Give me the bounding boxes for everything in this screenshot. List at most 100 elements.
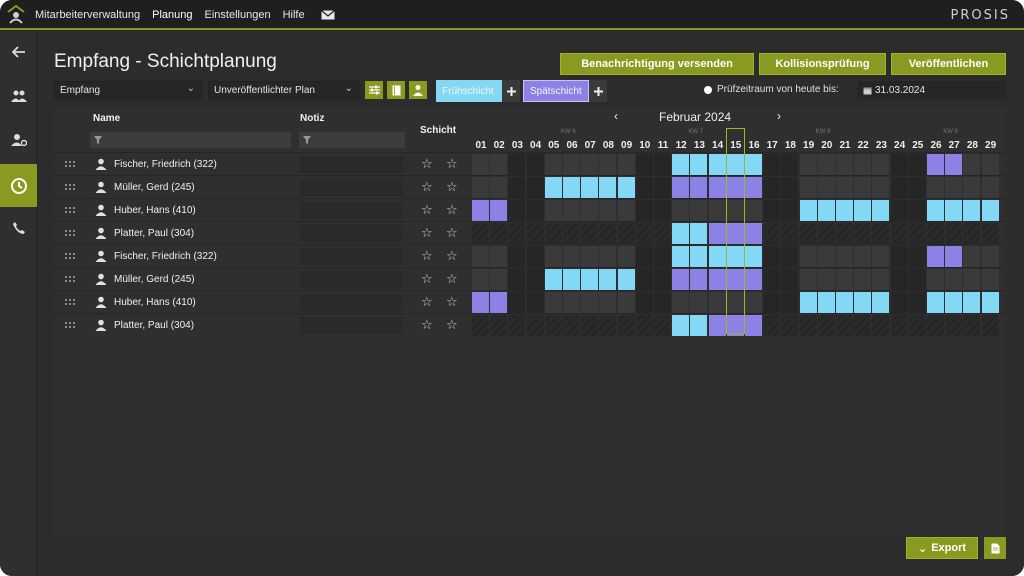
- user-plan-button[interactable]: [409, 81, 427, 99]
- day-cell[interactable]: [945, 292, 963, 313]
- day-cell[interactable]: [781, 154, 799, 175]
- star-icon[interactable]: ☆: [446, 294, 458, 310]
- day-cell[interactable]: [472, 315, 489, 336]
- day-cell[interactable]: [945, 246, 963, 267]
- day-cell[interactable]: [490, 223, 508, 244]
- day-cell[interactable]: [817, 200, 835, 221]
- day-cell[interactable]: [872, 315, 890, 336]
- day-header-11[interactable]: 11: [654, 140, 672, 151]
- day-cell[interactable]: [799, 315, 817, 336]
- day-cell[interactable]: [544, 177, 562, 198]
- day-cell[interactable]: [490, 292, 508, 313]
- publish-button[interactable]: Veröffentlichen: [891, 53, 1006, 75]
- nav-einstellungen[interactable]: Einstellungen: [205, 9, 271, 21]
- day-header-12[interactable]: 12: [672, 140, 690, 151]
- day-cell[interactable]: [745, 315, 762, 336]
- day-cell[interactable]: [927, 269, 944, 290]
- day-cell[interactable]: [563, 269, 580, 290]
- day-cell[interactable]: [890, 200, 908, 221]
- star-icon[interactable]: ☆: [446, 317, 458, 333]
- day-header-08[interactable]: 08: [599, 140, 617, 151]
- day-cell[interactable]: [508, 177, 526, 198]
- day-cell[interactable]: [708, 246, 726, 267]
- day-cell[interactable]: [963, 246, 981, 267]
- day-cell[interactable]: [945, 177, 963, 198]
- day-cell[interactable]: [817, 246, 835, 267]
- day-cell[interactable]: [872, 154, 890, 175]
- star-icon[interactable]: ☆: [446, 271, 458, 287]
- day-cell[interactable]: [526, 292, 544, 313]
- day-cell[interactable]: [508, 246, 526, 267]
- day-cell[interactable]: [617, 154, 635, 175]
- day-header-05[interactable]: 05: [545, 140, 563, 151]
- drag-handle-icon[interactable]: [64, 160, 76, 168]
- day-cell[interactable]: [908, 292, 926, 313]
- day-cell[interactable]: [836, 315, 853, 336]
- day-cell[interactable]: [544, 200, 562, 221]
- day-header-07[interactable]: 07: [581, 140, 599, 151]
- send-notification-button[interactable]: Benachrichtigung versenden: [560, 53, 754, 75]
- location-select[interactable]: Empfang ⌄: [54, 81, 202, 99]
- note-field[interactable]: [300, 202, 403, 219]
- day-header-23[interactable]: 23: [872, 140, 890, 151]
- check-date-field[interactable]: 31.03.2024: [858, 81, 1006, 99]
- star-icon[interactable]: ☆: [421, 271, 433, 287]
- day-cell[interactable]: [908, 200, 926, 221]
- day-cell[interactable]: [654, 200, 671, 221]
- day-cell[interactable]: [490, 154, 508, 175]
- day-cell[interactable]: [872, 177, 890, 198]
- star-icon[interactable]: ☆: [421, 156, 433, 172]
- star-icon[interactable]: ☆: [446, 179, 458, 195]
- star-icon[interactable]: ☆: [446, 225, 458, 241]
- day-cell[interactable]: [654, 177, 671, 198]
- drag-handle-icon[interactable]: [64, 206, 76, 214]
- day-header-26[interactable]: 26: [927, 140, 945, 151]
- star-icon[interactable]: ☆: [421, 294, 433, 310]
- day-cell[interactable]: [708, 223, 726, 244]
- day-cell[interactable]: [763, 315, 781, 336]
- day-cell[interactable]: [945, 269, 963, 290]
- day-cell[interactable]: [927, 200, 944, 221]
- day-cell[interactable]: [690, 223, 708, 244]
- day-cell[interactable]: [544, 154, 562, 175]
- day-cell[interactable]: [526, 246, 544, 267]
- day-header-04[interactable]: 04: [527, 140, 545, 151]
- day-cell[interactable]: [472, 269, 489, 290]
- day-cell[interactable]: [617, 200, 635, 221]
- day-cell[interactable]: [945, 315, 963, 336]
- day-cell[interactable]: [817, 154, 835, 175]
- day-cell[interactable]: [690, 177, 708, 198]
- day-cell[interactable]: [981, 315, 999, 336]
- day-header-06[interactable]: 06: [563, 140, 581, 151]
- day-cell[interactable]: [763, 154, 781, 175]
- day-cell[interactable]: [708, 177, 726, 198]
- table-row[interactable]: Fischer, Friedrich (322) ☆ ☆: [54, 152, 1006, 175]
- day-cell[interactable]: [654, 315, 671, 336]
- day-cell[interactable]: [890, 292, 908, 313]
- day-cell[interactable]: [563, 154, 580, 175]
- day-header-24[interactable]: 24: [891, 140, 909, 151]
- day-cell[interactable]: [581, 154, 599, 175]
- day-cell[interactable]: [690, 315, 708, 336]
- sidebar-item-schedule[interactable]: [0, 164, 37, 207]
- day-cell[interactable]: [472, 292, 489, 313]
- day-cell[interactable]: [490, 246, 508, 267]
- day-cell[interactable]: [854, 246, 872, 267]
- day-cell[interactable]: [890, 269, 908, 290]
- day-cell[interactable]: [981, 200, 999, 221]
- drag-handle-icon[interactable]: [64, 321, 76, 329]
- note-field[interactable]: [300, 225, 403, 242]
- day-cell[interactable]: [854, 177, 872, 198]
- day-cell[interactable]: [781, 269, 799, 290]
- day-cell[interactable]: [563, 177, 580, 198]
- day-header-27[interactable]: 27: [945, 140, 963, 151]
- day-cell[interactable]: [799, 269, 817, 290]
- day-cell[interactable]: [927, 292, 944, 313]
- day-header-02[interactable]: 02: [490, 140, 508, 151]
- day-cell[interactable]: [854, 154, 872, 175]
- star-icon[interactable]: ☆: [421, 202, 433, 218]
- day-cell[interactable]: [635, 246, 653, 267]
- day-cell[interactable]: [508, 223, 526, 244]
- day-cell[interactable]: [672, 246, 690, 267]
- day-cell[interactable]: [526, 269, 544, 290]
